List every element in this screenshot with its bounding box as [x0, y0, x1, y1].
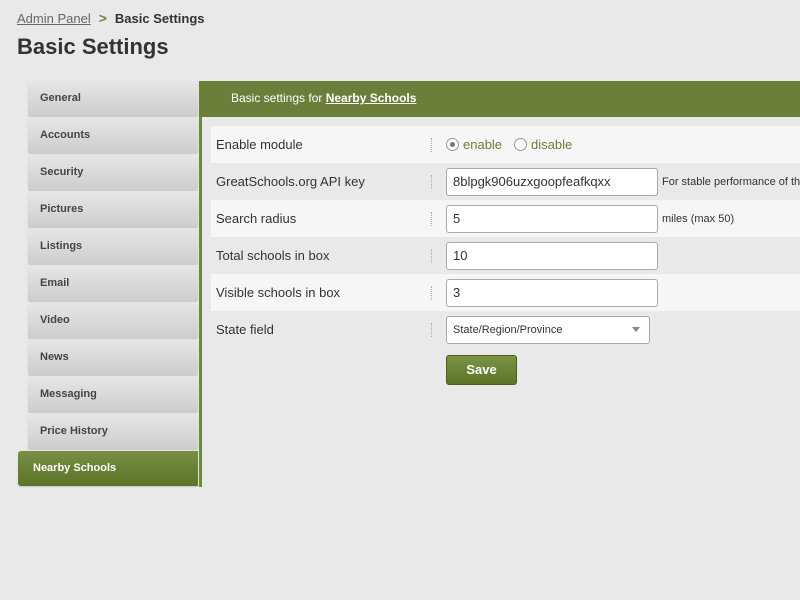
- enable-module-label: Enable module: [216, 137, 303, 152]
- total-schools-row: Total schools in box: [211, 237, 800, 274]
- breadcrumb-separator: >: [98, 10, 107, 26]
- sidebar-item-nearby-schools[interactable]: Nearby Schools: [18, 451, 198, 486]
- total-schools-label: Total schools in box: [216, 248, 330, 263]
- row-divider: [431, 249, 432, 263]
- sidebar-item-news[interactable]: News: [28, 340, 198, 375]
- row-divider: [431, 175, 432, 189]
- main-panel-border: [199, 81, 202, 487]
- api-key-control: For stable performance of th: [446, 167, 800, 196]
- search-radius-hint: miles (max 50): [662, 212, 735, 225]
- chevron-down-icon: [632, 327, 640, 332]
- enable-radio[interactable]: [446, 138, 459, 151]
- section-header-link[interactable]: Nearby Schools: [326, 91, 417, 105]
- row-divider: [431, 286, 432, 300]
- breadcrumb-admin-panel-link[interactable]: Admin Panel: [17, 11, 91, 26]
- state-field-control: State/Region/Province: [446, 315, 650, 344]
- disable-radio-label[interactable]: disable: [531, 137, 572, 152]
- sidebar-item-pictures[interactable]: Pictures: [28, 192, 198, 227]
- sidebar-item-accounts[interactable]: Accounts: [28, 118, 198, 153]
- breadcrumb-current: Basic Settings: [114, 10, 205, 26]
- settings-form: Enable module enable disable GreatSchool…: [211, 126, 800, 348]
- sidebar-item-email[interactable]: Email: [28, 266, 198, 301]
- section-header-prefix: Basic settings for: [231, 91, 323, 105]
- state-field-row: State field State/Region/Province: [211, 311, 800, 348]
- sidebar-item-price-history[interactable]: Price History: [28, 414, 198, 449]
- sidebar-item-video[interactable]: Video: [28, 303, 198, 338]
- page-title: Basic Settings: [17, 34, 169, 59]
- row-divider: [431, 323, 432, 337]
- disable-radio[interactable]: [514, 138, 528, 151]
- settings-sidebar: General Accounts Security Pictures Listi…: [18, 81, 199, 488]
- visible-schools-input[interactable]: [446, 278, 658, 307]
- search-radius-input[interactable]: [446, 204, 658, 233]
- sidebar-item-security[interactable]: Security: [28, 155, 198, 190]
- row-divider: [431, 138, 432, 152]
- state-field-label: State field: [216, 322, 274, 337]
- search-radius-label: Search radius: [216, 211, 297, 226]
- sidebar-item-messaging[interactable]: Messaging: [28, 377, 198, 412]
- search-radius-row: Search radius miles (max 50): [211, 200, 800, 237]
- api-key-row: GreatSchools.org API key For stable perf…: [211, 163, 800, 200]
- save-button[interactable]: Save: [446, 355, 517, 385]
- search-radius-control: miles (max 50): [446, 204, 735, 233]
- api-key-label: GreatSchools.org API key: [216, 174, 365, 189]
- sidebar-item-listings[interactable]: Listings: [28, 229, 198, 264]
- sidebar-item-general[interactable]: General: [28, 81, 198, 116]
- state-field-selected-value: State/Region/Province: [453, 323, 563, 336]
- total-schools-input[interactable]: [446, 241, 658, 270]
- total-schools-control: [446, 241, 658, 270]
- api-key-input[interactable]: [446, 167, 658, 196]
- row-divider: [431, 212, 432, 226]
- enable-radio-label[interactable]: enable: [463, 137, 502, 152]
- enable-module-radio-group: enable disable: [446, 137, 584, 152]
- visible-schools-row: Visible schools in box: [211, 274, 800, 311]
- visible-schools-control: [446, 278, 658, 307]
- state-field-select[interactable]: State/Region/Province: [446, 315, 650, 344]
- api-key-hint: For stable performance of th: [662, 175, 800, 188]
- enable-module-row: Enable module enable disable: [211, 126, 800, 163]
- section-header: Basic settings for Nearby Schools: [199, 81, 800, 117]
- visible-schools-label: Visible schools in box: [216, 285, 341, 300]
- breadcrumb: Admin Panel > Basic Settings: [17, 10, 205, 26]
